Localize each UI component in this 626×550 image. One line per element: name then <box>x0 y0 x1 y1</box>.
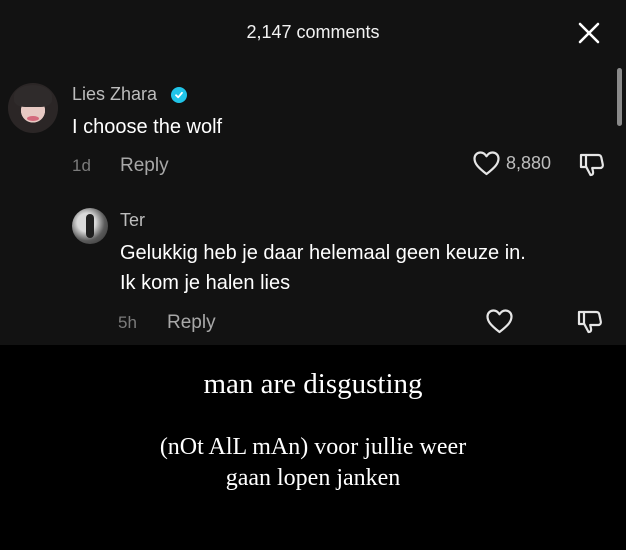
comment-username[interactable]: Lies Zhara <box>72 84 157 105</box>
reply-reply-button[interactable]: Reply <box>167 312 216 334</box>
comments-panel: 2,147 comments Lies Zhara I choose the w… <box>0 0 626 345</box>
heart-icon <box>486 309 513 334</box>
reply-text-line1: Gelukkig heb je daar helemaal geen keuze… <box>120 242 526 264</box>
comment-timestamp: 1d <box>72 156 91 175</box>
reply-dislike-button[interactable] <box>576 308 604 336</box>
reply-avatar[interactable] <box>72 208 108 244</box>
reply-username[interactable]: Ter <box>120 210 145 231</box>
caption-line-2: (nOt AlL mAn) voor jullie weer <box>159 434 467 460</box>
comment-like-button[interactable]: 8,880 <box>473 151 551 176</box>
comment-text: I choose the wolf <box>72 116 223 138</box>
comment-dislike-button[interactable] <box>578 151 606 179</box>
reply-like-button[interactable] <box>486 309 513 334</box>
avatar[interactable] <box>8 83 58 133</box>
close-button[interactable] <box>576 20 602 46</box>
thumbs-down-icon <box>579 153 604 177</box>
reply-text-line2: Ik kom je halen lies <box>120 272 291 294</box>
scrollbar[interactable] <box>617 68 622 126</box>
comment-reply-button[interactable]: Reply <box>120 155 169 177</box>
caption-block: (nOt AlL mAn) voor jullie weer gaan lope… <box>0 432 626 494</box>
close-icon <box>578 22 600 44</box>
thumbs-down-icon <box>577 310 602 334</box>
comments-count-title: 2,147 comments <box>246 22 380 42</box>
verified-badge-icon <box>171 87 187 103</box>
caption-line-3: gaan lopen janken <box>225 465 401 491</box>
heart-icon <box>473 151 500 176</box>
comment-like-count: 8,880 <box>506 153 552 173</box>
reply-timestamp: 5h <box>118 313 137 332</box>
caption-line-1: man are disgusting <box>203 368 423 400</box>
